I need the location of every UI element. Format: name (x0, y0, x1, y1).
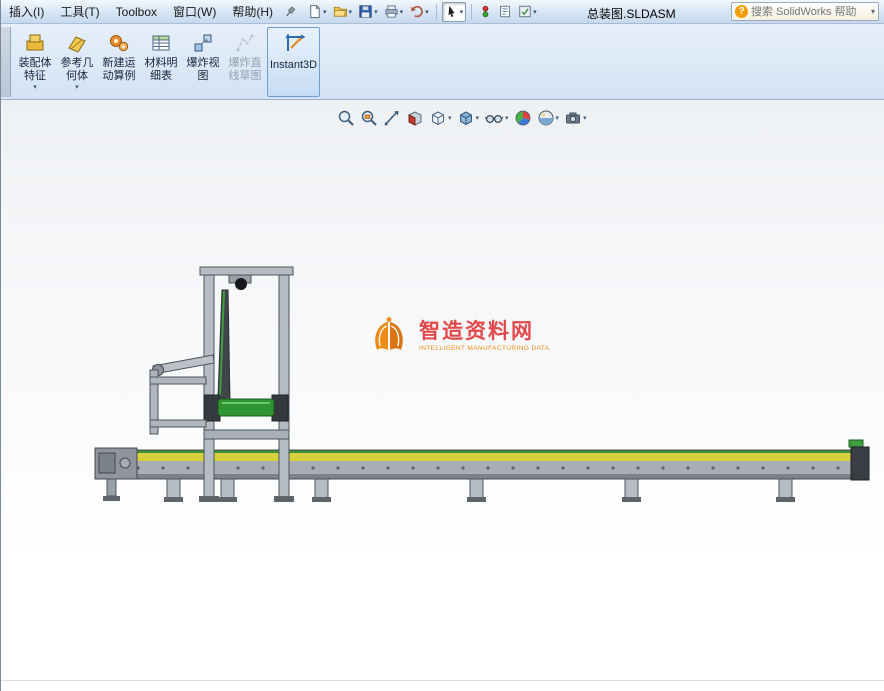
assembly-features-label: 装配体特征 (18, 57, 52, 82)
document-title: 总装图.SLDASM (587, 7, 676, 21)
reference-geometry-button[interactable]: 参考几何体 ▾ (57, 27, 97, 97)
select-arrow-icon (448, 5, 455, 18)
conveyor-legs[interactable] (164, 478, 795, 502)
options-button[interactable]: ▾ (516, 2, 539, 22)
menu-pin-button[interactable] (283, 5, 297, 19)
menu-insert[interactable]: 插入(I) (1, 1, 52, 23)
watermark-book-icon (375, 317, 403, 350)
file-properties-icon (500, 5, 510, 18)
edit-appearance-icon (515, 110, 530, 126)
assembly-model[interactable] (1, 100, 884, 680)
options-icon (519, 5, 531, 18)
zoom-fit-icon (338, 110, 354, 126)
dropdown-caret-icon: ▾ (75, 84, 79, 91)
bill-of-materials-icon (150, 31, 172, 55)
help-question-icon: ? (735, 5, 748, 18)
instant3d-label: Instant3D (270, 59, 318, 71)
zoom-fit-button[interactable] (337, 109, 355, 127)
apply-scene-button[interactable]: ▾ (537, 109, 559, 127)
status-bar (1, 680, 884, 691)
hide-show-items-button[interactable]: ▾ (484, 109, 509, 127)
search-dropdown-icon[interactable]: ▾ (871, 7, 875, 16)
explode-line-sketch-label: 爆炸直线草图 (228, 57, 262, 82)
file-properties-button[interactable] (496, 2, 514, 22)
zoom-to-area-icon (361, 110, 377, 126)
toolbar-separator (435, 3, 437, 20)
command-manager: 装配体特征 ▾ 参考几何体 ▾ 新建运动算例 材料明细表 爆炸视图 爆炸直线草图… (1, 24, 884, 100)
display-style-icon (459, 111, 472, 126)
help-search-input[interactable] (751, 5, 861, 18)
rebuild-button[interactable] (477, 2, 494, 22)
save-icon (359, 5, 372, 18)
menu-help[interactable]: 帮助(H) (224, 1, 281, 23)
partial-clipped-button[interactable] (1, 27, 11, 97)
save-button[interactable]: ▾ (356, 2, 380, 22)
instant3d-button[interactable]: Instant3D (267, 27, 321, 97)
open-folder-icon (333, 6, 347, 17)
view-settings-button[interactable]: ▾ (564, 109, 587, 127)
explode-line-sketch-icon (234, 31, 256, 55)
menu-window[interactable]: 窗口(W) (165, 1, 224, 23)
menu-toolbox[interactable]: Toolbox (108, 1, 165, 23)
exploded-view-label: 爆炸视图 (186, 57, 220, 82)
rebuild-traffic-light-icon (482, 5, 489, 18)
help-search-box[interactable]: ? ▾ (731, 2, 879, 21)
print-icon (384, 5, 398, 18)
watermark: 智造资料网 INTELLIGENT MANUFACTURING DATA (367, 316, 549, 356)
zoom-to-area-button[interactable] (360, 109, 378, 127)
new-document-icon (310, 4, 320, 19)
bill-of-materials-label: 材料明细表 (144, 57, 178, 82)
open-button[interactable]: ▾ (331, 2, 355, 22)
new-motion-study-label: 新建运动算例 (102, 57, 136, 82)
watermark-subtitle: INTELLIGENT MANUFACTURING DATA (419, 345, 550, 352)
assembly-features-icon (24, 31, 46, 55)
section-view-button[interactable] (406, 109, 424, 127)
menu-tools[interactable]: 工具(T) (52, 1, 107, 23)
zoom-in-out-button[interactable] (383, 109, 401, 127)
view-orientation-button[interactable]: ▾ (429, 109, 452, 127)
menu-bar: 插入(I) 工具(T) Toolbox 窗口(W) 帮助(H) ▾ ▾ ▾ ▾ … (1, 0, 884, 24)
dropdown-caret-icon: ▾ (33, 84, 37, 91)
view-settings-camera-icon (566, 112, 581, 124)
apply-scene-icon (538, 110, 554, 126)
undo-icon (410, 5, 423, 18)
heads-up-toolbar: ▾ ▾ ▾ ▾ ▾ (337, 107, 587, 129)
graphics-area[interactable]: ▾ ▾ ▾ ▾ ▾ 智造资料网 INTELLIGENT MANUFACTURIN… (1, 100, 884, 680)
conveyor-drive-end[interactable] (94, 447, 138, 501)
explode-line-sketch-button[interactable]: 爆炸直线草图 (225, 27, 265, 97)
undo-button[interactable]: ▾ (407, 2, 431, 22)
toolbar-separator (471, 3, 473, 20)
hide-show-items-icon (484, 114, 504, 124)
new-document-button[interactable]: ▾ (305, 2, 329, 22)
reference-geometry-icon (66, 31, 88, 55)
exploded-view-button[interactable]: 爆炸视图 (183, 27, 223, 97)
select-tool-button[interactable]: ▾ (441, 1, 467, 22)
solidworks-window: 插入(I) 工具(T) Toolbox 窗口(W) 帮助(H) ▾ ▾ ▾ ▾ … (0, 0, 884, 691)
assembly-features-button[interactable]: 装配体特征 ▾ (15, 27, 55, 97)
section-view-icon (408, 111, 422, 126)
zoom-in-out-icon (384, 111, 399, 126)
conveyor-end-cap[interactable] (848, 439, 870, 481)
instant3d-icon (281, 31, 307, 55)
print-button[interactable]: ▾ (382, 2, 406, 22)
bill-of-materials-button[interactable]: 材料明细表 (141, 27, 181, 97)
display-style-button[interactable]: ▾ (457, 109, 479, 127)
new-motion-study-button[interactable]: 新建运动算例 (99, 27, 139, 97)
motion-study-icon (108, 31, 130, 55)
pushpin-icon (286, 5, 296, 16)
exploded-view-icon (192, 31, 214, 55)
quick-access-toolbar: ▾ ▾ ▾ ▾ ▾ ▾ ▾ (305, 1, 539, 22)
watermark-title: 智造资料网 (419, 320, 534, 343)
edit-appearance-button[interactable] (514, 109, 532, 127)
view-orientation-icon (432, 111, 444, 126)
reference-geometry-label: 参考几何体 (60, 57, 94, 82)
